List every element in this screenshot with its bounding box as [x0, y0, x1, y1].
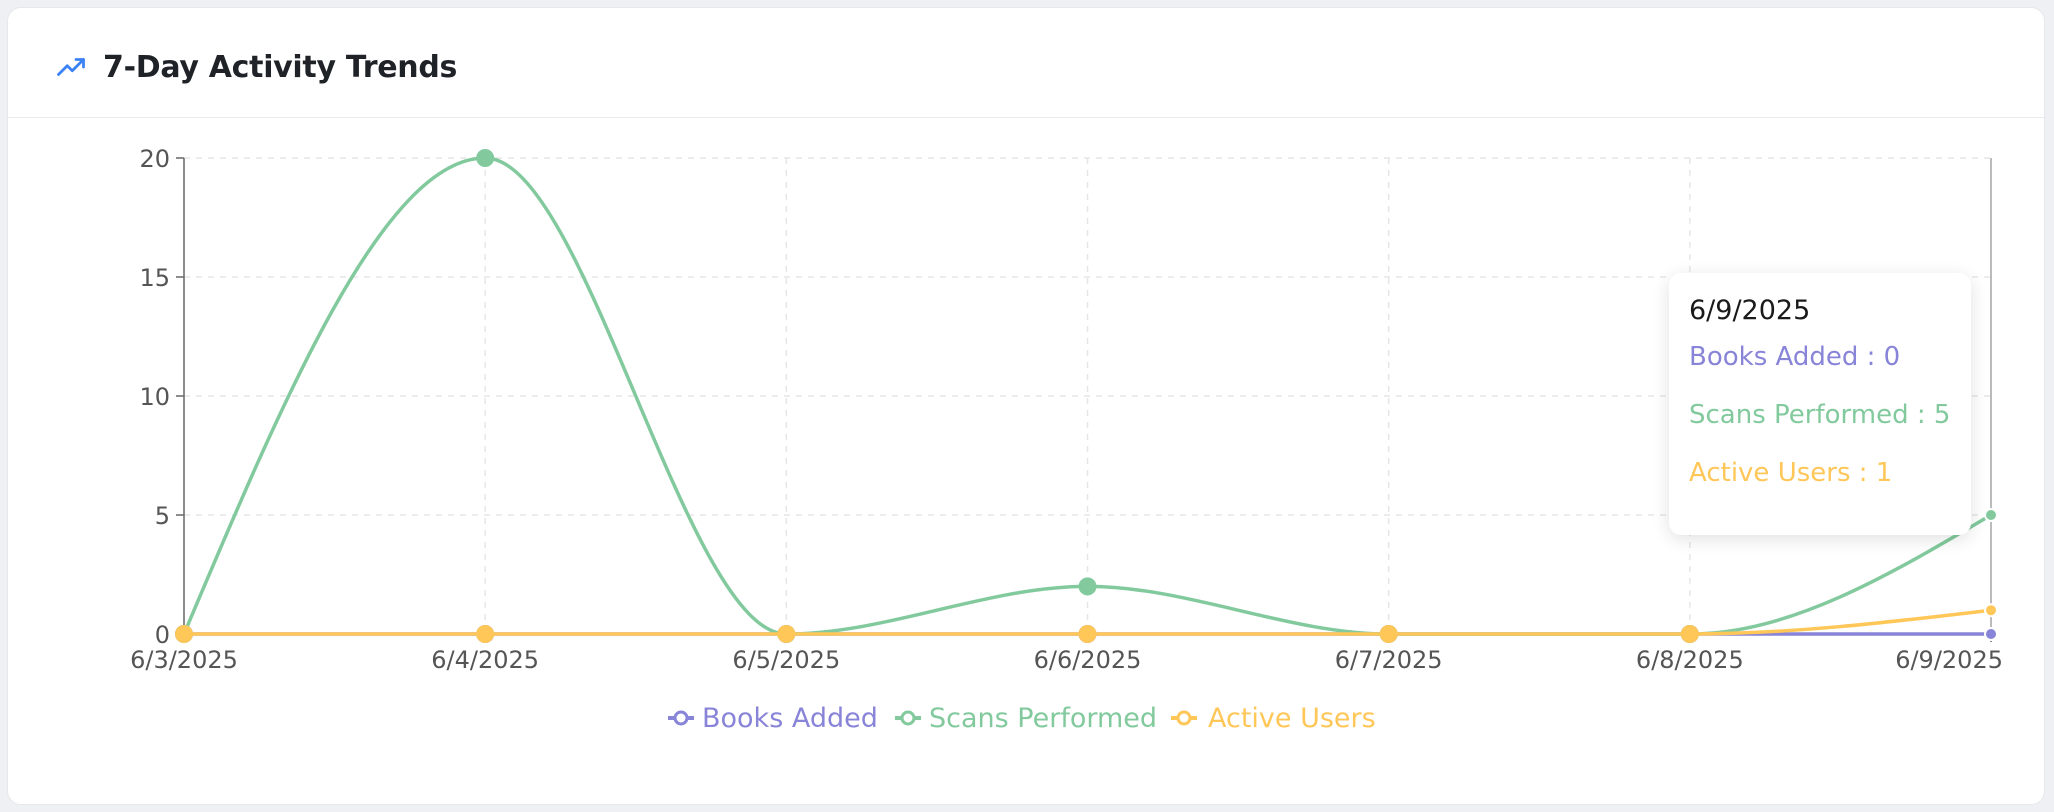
- x-tick-label: 6/7/2025: [1335, 646, 1443, 674]
- y-tick-label: 15: [139, 264, 170, 292]
- x-tick-label: 6/4/2025: [431, 646, 539, 674]
- tooltip-label: 6/9/2025: [1689, 295, 1811, 326]
- data-point-books-added: [1984, 627, 1998, 641]
- data-point-active-users: [777, 625, 796, 643]
- x-tick-label: 6/5/2025: [732, 646, 840, 674]
- data-point-active-users: [1078, 625, 1097, 643]
- data-point-active-users: [476, 625, 495, 643]
- x-tick-label: 6/3/2025: [130, 646, 238, 674]
- legend-marker-scans-performed: [900, 710, 916, 726]
- legend-label-scans-performed: Scans Performed: [929, 703, 1157, 734]
- data-point-active-users: [1984, 603, 1998, 618]
- legend-label-books-added: Books Added: [702, 703, 878, 734]
- data-point-scans-performed: [1078, 577, 1097, 596]
- data-point-scans-performed: [1984, 508, 1998, 522]
- y-tick-label: 5: [155, 502, 170, 530]
- tooltip-row-active-users: Active Users : 1: [1689, 458, 1893, 488]
- data-point-scans-performed: [476, 149, 495, 167]
- legend-marker-active-users: [1176, 710, 1192, 726]
- data-point-active-users: [1680, 625, 1699, 643]
- x-tick-label: 6/8/2025: [1636, 646, 1744, 674]
- x-tick-label: 6/6/2025: [1034, 646, 1142, 674]
- chart-tooltip: 6/9/2025 Books Added : 0 Scans Performed…: [1669, 273, 1971, 535]
- x-tick-label: 6/9/2025: [1895, 646, 2003, 674]
- legend-marker-books-added: [673, 710, 689, 726]
- tooltip-row-books-added: Books Added : 0: [1689, 342, 1901, 372]
- y-tick-label: 20: [139, 145, 170, 173]
- tooltip-row-scans-performed: Scans Performed : 5: [1689, 400, 1951, 430]
- data-point-active-users: [175, 625, 193, 643]
- legend-label-active-users: Active Users: [1208, 703, 1376, 734]
- data-point-active-users: [1379, 625, 1398, 643]
- y-tick-label: 0: [155, 621, 170, 649]
- y-tick-label: 10: [139, 383, 170, 411]
